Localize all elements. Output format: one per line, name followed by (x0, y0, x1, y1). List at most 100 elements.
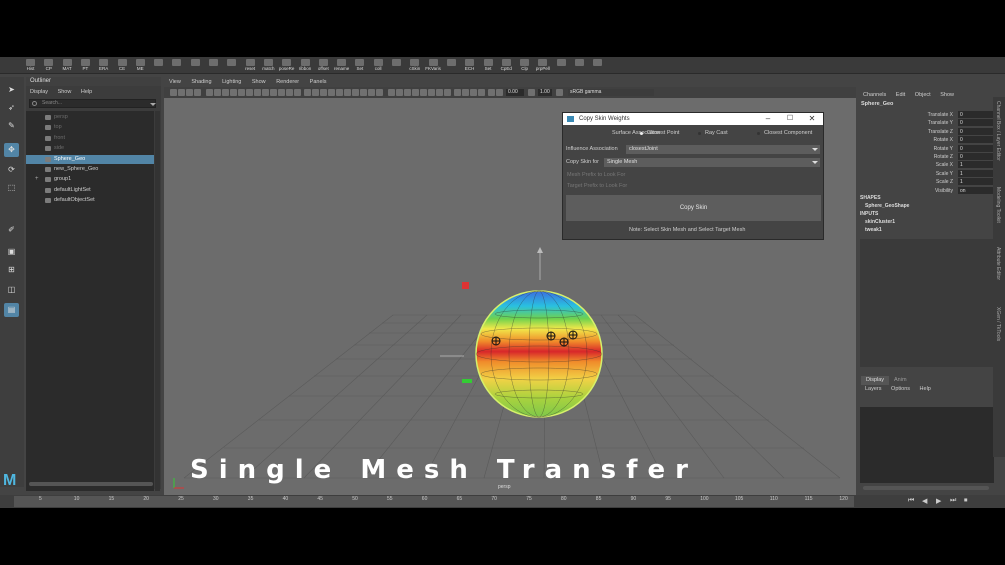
ch-menu-object[interactable]: Object (915, 92, 931, 98)
vp-menu-view[interactable]: View (169, 79, 181, 85)
viewport-toolbar-icon[interactable] (214, 89, 221, 96)
four-view-button[interactable]: ⊞ (4, 263, 19, 277)
vp-menu-show[interactable]: Show (252, 79, 266, 85)
playback-icon[interactable]: ⏭ (950, 497, 956, 505)
shelf-button[interactable]: ribbon (298, 58, 313, 72)
shelf-button[interactable] (389, 58, 404, 72)
viewport-toolbar-icon[interactable] (488, 89, 495, 96)
vp-menu-shading[interactable]: Shading (191, 79, 211, 85)
outliner-item[interactable]: side (26, 144, 154, 153)
shelf-button[interactable]: cSkin (407, 58, 422, 72)
viewport-toolbar-icon[interactable] (294, 89, 301, 96)
two-view-button[interactable]: ◫ (4, 283, 19, 297)
copy-skin-for-select[interactable]: Single Mesh (604, 158, 820, 167)
playback-icon[interactable]: ⏮ (908, 497, 914, 505)
viewport-toolbar-icon[interactable] (396, 89, 403, 96)
outliner-item[interactable]: Sphere_Geo (26, 154, 154, 164)
close-icon[interactable]: ✕ (807, 114, 817, 124)
viewport-toolbar-icon[interactable] (270, 89, 277, 96)
viewport-toolbar-icon[interactable] (376, 89, 383, 96)
move-tool[interactable]: ✥ (4, 143, 19, 157)
viewport-toolbar-icon[interactable] (528, 89, 535, 96)
layer-tab-display[interactable]: Display (861, 376, 889, 385)
radio-closest-component[interactable]: Closest Component (757, 129, 819, 138)
outliner-item[interactable]: defaultLightSet (26, 186, 154, 195)
timeline-track[interactable] (14, 496, 854, 507)
viewport-toolbar-icon[interactable] (470, 89, 477, 96)
attribute-row[interactable]: Translate Z 0 (858, 127, 995, 136)
shelf-button[interactable]: MAT (60, 58, 75, 72)
near-clip-field[interactable]: 0.00 (506, 89, 524, 96)
attribute-value[interactable]: 0 (958, 119, 994, 127)
shelf-button[interactable]: match (261, 58, 276, 72)
playback-icon[interactable]: ◀ (922, 497, 927, 505)
attribute-value[interactable]: 1 (958, 169, 994, 177)
viewport-toolbar-icon[interactable] (206, 89, 213, 96)
attribute-value[interactable]: 0 (958, 136, 994, 144)
attribute-value[interactable]: on (958, 186, 994, 194)
shelf-button[interactable]: offset (316, 58, 331, 72)
outliner-layout-button[interactable]: ▤ (4, 303, 19, 317)
shelf-button[interactable] (572, 58, 587, 72)
shelf-button[interactable] (554, 58, 569, 72)
ch-menu-edit[interactable]: Edit (896, 92, 905, 98)
shelf-button[interactable]: rename (334, 58, 349, 72)
shelf-button[interactable] (169, 58, 184, 72)
shelf-button[interactable] (444, 58, 459, 72)
viewport-toolbar-icon[interactable] (194, 89, 201, 96)
viewport-toolbar-icon[interactable] (454, 89, 461, 96)
attribute-value[interactable]: 0 (958, 127, 994, 135)
layer-menu-layers[interactable]: Layers (865, 386, 882, 392)
attribute-value[interactable]: 0 (958, 111, 994, 118)
shelf-button[interactable]: CE (115, 58, 130, 72)
lasso-tool[interactable]: ➶ (4, 101, 19, 115)
shape-item[interactable]: Sphere_GeoShape (865, 203, 909, 209)
viewport-toolbar-icon[interactable] (352, 89, 359, 96)
viewport-toolbar-icon[interactable] (262, 89, 269, 96)
influence-select[interactable]: closestJoint (626, 145, 820, 154)
layer-tab-anim[interactable]: Anim (894, 376, 907, 385)
vp-menu-renderer[interactable]: Renderer (276, 79, 299, 85)
attribute-row[interactable]: Translate Y 0 (858, 119, 995, 127)
attribute-row[interactable]: Scale Z 1 (858, 178, 995, 186)
ch-menu-show[interactable]: Show (940, 92, 954, 98)
viewport-toolbar-icon[interactable] (412, 89, 419, 96)
outliner-item[interactable]: front (26, 134, 154, 143)
copy-skin-button[interactable]: Copy Skin (566, 195, 821, 221)
playback-icon[interactable]: ⏹ (964, 497, 968, 505)
attribute-value[interactable]: 1 (958, 161, 994, 169)
viewport-toolbar-icon[interactable] (286, 89, 293, 96)
radio-ray-cast[interactable]: Ray Cast (698, 129, 738, 138)
outliner-menu-show[interactable]: Show (58, 89, 72, 95)
attribute-row[interactable]: Rotate Z 0 (858, 153, 995, 161)
shelf-button[interactable] (206, 58, 221, 72)
minimize-icon[interactable]: – (763, 114, 773, 124)
viewport-toolbar-icon[interactable] (388, 89, 395, 96)
shelf-button[interactable]: ME (133, 58, 148, 72)
viewport-toolbar-icon[interactable] (344, 89, 351, 96)
attribute-value[interactable]: 1 (958, 178, 994, 186)
side-tab-attribute[interactable]: Attribute Editor (995, 247, 1001, 280)
vp-menu-lighting[interactable]: Lighting (222, 79, 241, 85)
time-slider[interactable]: 5 10 15 20 25 30 35 40 45 50 55 60 65 70 75 80 85 90 95 100… (0, 495, 1005, 508)
shelf-button[interactable]: Hist (23, 58, 38, 72)
dropdown-arrow-icon[interactable] (150, 103, 156, 106)
shelf-button[interactable]: ECH (462, 58, 477, 72)
rotate-tool[interactable]: ⟳ (4, 163, 19, 177)
sphere-mesh[interactable] (475, 290, 603, 418)
attribute-row[interactable]: Translate X 0 (858, 111, 995, 119)
attribute-row[interactable]: Visibility on (858, 186, 995, 195)
ch-menu-channels[interactable]: Channels (863, 92, 886, 98)
viewport-toolbar-icon[interactable] (304, 89, 311, 96)
colorspace-select[interactable]: sRGB gamma (568, 89, 654, 96)
viewport-toolbar-icon[interactable] (436, 89, 443, 96)
shelf-button[interactable]: Set (481, 58, 496, 72)
shelf-button[interactable] (224, 58, 239, 72)
shelf-button[interactable]: FKVaris (425, 58, 441, 72)
attribute-value[interactable]: 0 (958, 153, 994, 160)
viewport-toolbar-icon[interactable] (222, 89, 229, 96)
shelf-button[interactable]: Set (352, 58, 367, 72)
side-tab-channel[interactable]: Channel Box / Layer Editor (995, 101, 1001, 161)
shelf-button[interactable]: ERA (96, 58, 111, 72)
shelf-button[interactable] (151, 58, 166, 72)
